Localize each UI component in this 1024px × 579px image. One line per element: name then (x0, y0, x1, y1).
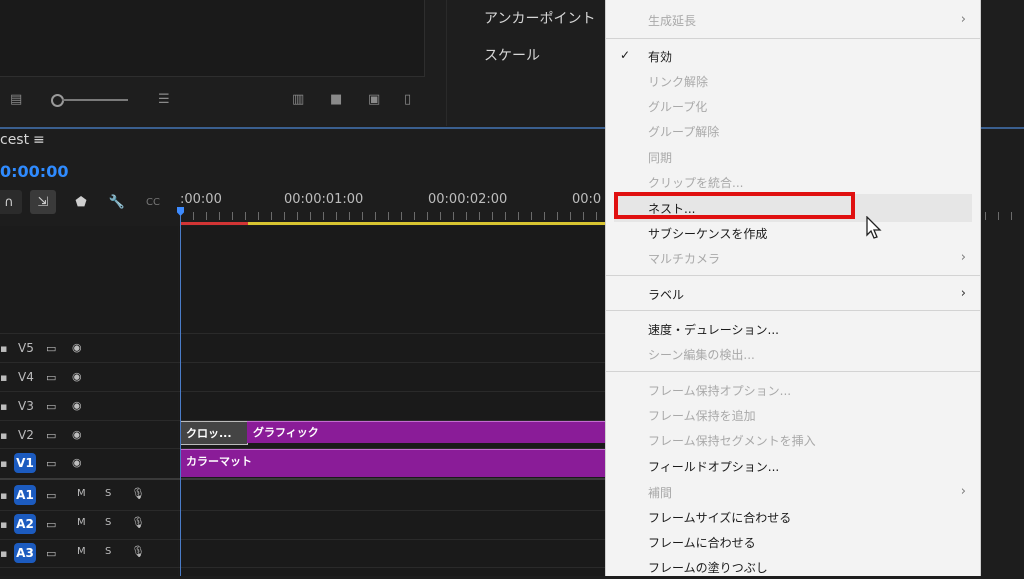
lock-icon[interactable]: ▪ (0, 342, 7, 355)
microphone-icon[interactable]: 🎙 (131, 516, 145, 529)
sequence-tab-title[interactable]: cest (0, 132, 29, 148)
playhead-line[interactable] (180, 216, 181, 576)
sort-icon[interactable]: ☰ (158, 92, 170, 107)
mute-button[interactable]: M (77, 546, 86, 557)
checkmark-icon: ✓ (620, 48, 631, 62)
sync-lock-icon[interactable]: ▭ (46, 342, 56, 355)
trash-icon[interactable]: ▯ (404, 92, 411, 107)
ruler-label-1: 00:00:01:00 (284, 192, 364, 207)
microphone-icon[interactable]: 🎙 (131, 487, 145, 500)
chevron-right-icon: › (960, 12, 966, 27)
track-label[interactable]: V5 (18, 341, 34, 355)
menu-item-enable[interactable]: ✓ 有効 (606, 44, 980, 68)
render-bar-red (180, 222, 248, 225)
ruler-label-0: :00:00 (180, 192, 222, 207)
lock-icon[interactable]: ▪ (0, 518, 7, 531)
render-bar-yellow (248, 222, 608, 225)
track-divider (0, 362, 605, 363)
sync-lock-icon[interactable]: ▭ (46, 518, 56, 531)
lock-icon[interactable]: ▪ (0, 371, 7, 384)
solo-button[interactable]: S (105, 546, 111, 557)
clip-label: カラーマット (186, 455, 252, 468)
source-patch-a3[interactable]: A3 (14, 543, 36, 563)
new-item-icon[interactable]: ▣ (368, 92, 380, 107)
ruler-label-2: 00:00:02:00 (428, 192, 508, 207)
eye-icon[interactable]: ◉ (72, 370, 82, 383)
clip-graphic[interactable]: グラフィック (247, 421, 605, 443)
timeline-settings-wrench-icon[interactable]: 🔧 (104, 190, 130, 214)
track-divider (0, 333, 605, 334)
time-ruler-right[interactable] (985, 212, 1024, 220)
track-divider (0, 539, 605, 540)
track-label[interactable]: V4 (18, 370, 34, 384)
ruler-label-3: 00:0 (572, 192, 602, 207)
mute-button[interactable]: M (77, 488, 86, 499)
clip-color-matte[interactable]: カラーマット (180, 449, 605, 477)
annotation-highlight-box (614, 192, 855, 219)
source-patch-a1[interactable]: A1 (14, 485, 36, 505)
menu-item-generative-extend[interactable]: 生成延長 › (606, 8, 980, 32)
clip-label: グラフィック (253, 426, 319, 439)
source-patch-a2[interactable]: A2 (14, 514, 36, 534)
context-menu: 生成延長 › ✓ 有効 リンク解除 グループ化 グループ解除 同期 クリップを統… (606, 0, 980, 576)
lock-icon[interactable]: ▪ (0, 429, 7, 442)
captions-icon[interactable]: CC (140, 190, 166, 214)
video-audio-divider (0, 478, 605, 480)
track-divider (0, 510, 605, 511)
sync-lock-icon[interactable]: ▭ (46, 547, 56, 560)
sync-lock-icon[interactable]: ▭ (46, 489, 56, 502)
menu-item-merge-clips[interactable]: クリップを統合... (606, 170, 980, 194)
playhead-timecode[interactable]: 0:00:00 (0, 162, 68, 181)
source-patch-v1[interactable]: V1 (14, 453, 36, 473)
mouse-cursor-icon (866, 215, 882, 244)
zoom-slider-track[interactable] (62, 99, 128, 101)
menu-item-synchronize[interactable]: 同期 (606, 145, 980, 169)
clip-label: クロッ... (186, 427, 232, 440)
scale-label: スケール (484, 48, 540, 64)
solo-button[interactable]: S (105, 517, 111, 528)
freeform-view-icon[interactable]: ▤ (10, 92, 22, 107)
sync-lock-icon[interactable]: ▭ (46, 400, 56, 413)
sync-lock-icon[interactable]: ▭ (46, 457, 56, 470)
menu-item-group[interactable]: グループ化 (606, 94, 980, 118)
automate-to-sequence-icon[interactable]: ▥ (292, 92, 304, 107)
snap-icon[interactable]: ∩ (0, 190, 22, 214)
anchor-point-label: アンカーポイント (484, 11, 596, 27)
lock-icon[interactable]: ▪ (0, 457, 7, 470)
eye-icon[interactable]: ◉ (72, 428, 82, 441)
menu-item-ungroup[interactable]: グループ解除 (606, 119, 980, 143)
menu-separator (606, 38, 980, 39)
new-bin-icon[interactable]: ■ (330, 92, 342, 107)
track-divider (0, 567, 605, 568)
eye-icon[interactable]: ◉ (72, 399, 82, 412)
lock-icon[interactable]: ▪ (0, 400, 7, 413)
lock-icon[interactable]: ▪ (0, 489, 7, 502)
track-label[interactable]: V3 (18, 399, 34, 413)
track-label[interactable]: V2 (18, 428, 34, 442)
sequence-menu-icon[interactable]: ≡ (33, 132, 45, 148)
bin-view (0, 0, 425, 77)
sync-lock-icon[interactable]: ▭ (46, 371, 56, 384)
lock-icon[interactable]: ▪ (0, 547, 7, 560)
menu-item-unlink[interactable]: リンク解除 (606, 69, 980, 93)
sync-lock-icon[interactable]: ▭ (46, 429, 56, 442)
linked-selection-icon[interactable]: ⇲ (30, 190, 56, 214)
eye-icon[interactable]: ◉ (72, 341, 82, 354)
eye-icon[interactable]: ◉ (72, 456, 82, 469)
time-ruler[interactable] (180, 212, 610, 220)
mute-button[interactable]: M (77, 517, 86, 528)
solo-button[interactable]: S (105, 488, 111, 499)
clip-kurosu[interactable]: クロッ... (180, 421, 248, 445)
microphone-icon[interactable]: 🎙 (131, 545, 145, 558)
add-marker-icon[interactable]: ⬟ (68, 190, 94, 214)
track-divider (0, 391, 605, 392)
track-area[interactable] (179, 226, 605, 576)
